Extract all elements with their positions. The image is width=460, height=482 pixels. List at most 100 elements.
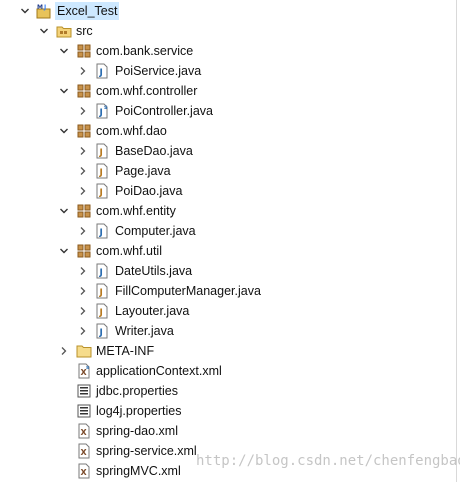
package-name: com.bank.service: [96, 44, 194, 58]
tree-row-file[interactable]: J BaseDao.java: [0, 141, 456, 161]
java-file-icon: J: [94, 163, 110, 179]
tree-row-package[interactable]: com.whf.controller: [0, 81, 456, 101]
java-file-icon: J: [94, 263, 110, 279]
java-file-icon: J: [94, 223, 110, 239]
java-file-icon: J: [94, 183, 110, 199]
properties-file-icon: [76, 403, 92, 419]
svg-text:J: J: [43, 4, 46, 11]
tree-row-file[interactable]: J PoiDao.java: [0, 181, 456, 201]
tree-row-file[interactable]: J Page.java: [0, 161, 456, 181]
chevron-down-icon[interactable]: [38, 21, 50, 41]
tree-row-package[interactable]: com.whf.entity: [0, 201, 456, 221]
package-name: com.whf.dao: [96, 124, 167, 138]
svg-text:J: J: [99, 168, 103, 178]
chevron-right-icon[interactable]: [77, 281, 89, 301]
tree-row-src[interactable]: src: [0, 21, 456, 41]
tree-row-file[interactable]: X spring-dao.xml: [0, 421, 456, 441]
tree-row-file[interactable]: log4j.properties: [0, 401, 456, 421]
tree-row-file[interactable]: J PoiService.java: [0, 61, 456, 81]
java-file-icon: J s: [94, 103, 110, 119]
package-icon: [76, 123, 92, 139]
folder-name: META-INF: [96, 344, 155, 358]
chevron-right-icon[interactable]: [77, 181, 89, 201]
tree-row-package[interactable]: com.whf.util: [0, 241, 456, 261]
properties-file-icon: [76, 383, 92, 399]
package-icon: [76, 43, 92, 59]
java-file-icon: J: [94, 323, 110, 339]
xml-file-icon: X: [76, 443, 92, 459]
tree-row-file[interactable]: X s applicationContext.xml: [0, 361, 456, 381]
chevron-down-icon[interactable]: [58, 81, 70, 101]
svg-text:J: J: [99, 148, 103, 158]
folder-icon: [76, 343, 92, 359]
svg-text:M: M: [37, 4, 43, 11]
file-name: PoiService.java: [115, 64, 202, 78]
tree-row-file[interactable]: J Layouter.java: [0, 301, 456, 321]
tree-row-file[interactable]: J Computer.java: [0, 221, 456, 241]
tree-row-file[interactable]: J Writer.java: [0, 321, 456, 341]
chevron-right-icon[interactable]: [77, 161, 89, 181]
svg-text:X: X: [81, 448, 88, 457]
chevron-down-icon[interactable]: [58, 241, 70, 261]
file-name: BaseDao.java: [115, 144, 193, 158]
svg-text:X: X: [81, 428, 88, 437]
java-file-icon: J: [94, 63, 110, 79]
file-name: DateUtils.java: [115, 264, 193, 278]
package-icon: [76, 83, 92, 99]
tree-row-file[interactable]: J DateUtils.java: [0, 261, 456, 281]
chevron-right-icon[interactable]: [77, 321, 89, 341]
chevron-right-icon[interactable]: [77, 221, 89, 241]
java-file-icon: J: [94, 303, 110, 319]
java-file-icon: J: [94, 143, 110, 159]
file-name: Page.java: [115, 164, 171, 178]
package-name: com.whf.entity: [96, 204, 176, 218]
svg-text:J: J: [99, 228, 103, 238]
tree-row-file[interactable]: jdbc.properties: [0, 381, 456, 401]
chevron-right-icon[interactable]: [77, 141, 89, 161]
package-name: com.whf.controller: [96, 84, 198, 98]
svg-text:s: s: [104, 104, 108, 111]
java-file-icon: J: [94, 283, 110, 299]
tree-row-project[interactable]: M J Excel_Test: [0, 1, 456, 21]
svg-text:J: J: [99, 268, 103, 278]
chevron-down-icon[interactable]: [19, 1, 31, 21]
tree-row-file[interactable]: J FillComputerManager.java: [0, 281, 456, 301]
svg-text:J: J: [99, 288, 103, 298]
file-name: PoiDao.java: [115, 184, 183, 198]
watermark-text: http://blog.csdn.net/chenfengbao: [196, 453, 460, 469]
svg-text:J: J: [99, 308, 103, 318]
svg-text:J: J: [99, 68, 103, 78]
file-name: applicationContext.xml: [96, 364, 222, 378]
file-name: spring-dao.xml: [96, 424, 178, 438]
java-project-icon: M J: [36, 3, 52, 19]
chevron-right-icon[interactable]: [77, 301, 89, 321]
tree-row-folder[interactable]: META-INF: [0, 341, 456, 361]
file-name: PoiController.java: [115, 104, 213, 118]
chevron-right-icon[interactable]: [77, 261, 89, 281]
tree-row-package[interactable]: com.bank.service: [0, 41, 456, 61]
src-folder-name: src: [76, 24, 93, 38]
package-icon: [76, 203, 92, 219]
xml-file-icon: X: [76, 463, 92, 479]
source-folder-icon: [56, 23, 72, 39]
chevron-right-icon[interactable]: [77, 61, 89, 81]
tree-row-package[interactable]: com.whf.dao: [0, 121, 456, 141]
package-icon: [76, 243, 92, 259]
file-name: jdbc.properties: [96, 384, 178, 398]
chevron-down-icon[interactable]: [58, 121, 70, 141]
xml-file-icon: X s: [76, 363, 92, 379]
chevron-down-icon[interactable]: [58, 201, 70, 221]
svg-text:J: J: [99, 328, 103, 338]
project-name: Excel_Test: [55, 2, 120, 20]
file-name: springMVC.xml: [96, 464, 181, 478]
chevron-down-icon[interactable]: [58, 41, 70, 61]
file-name: Layouter.java: [115, 304, 190, 318]
panel-divider: [456, 0, 457, 482]
file-name: spring-service.xml: [96, 444, 197, 458]
tree-row-file[interactable]: J s PoiController.java: [0, 101, 456, 121]
chevron-right-icon[interactable]: [77, 101, 89, 121]
file-name: Writer.java: [115, 324, 174, 338]
svg-text:J: J: [99, 188, 103, 198]
svg-text:X: X: [81, 468, 88, 477]
chevron-right-icon[interactable]: [58, 341, 70, 361]
